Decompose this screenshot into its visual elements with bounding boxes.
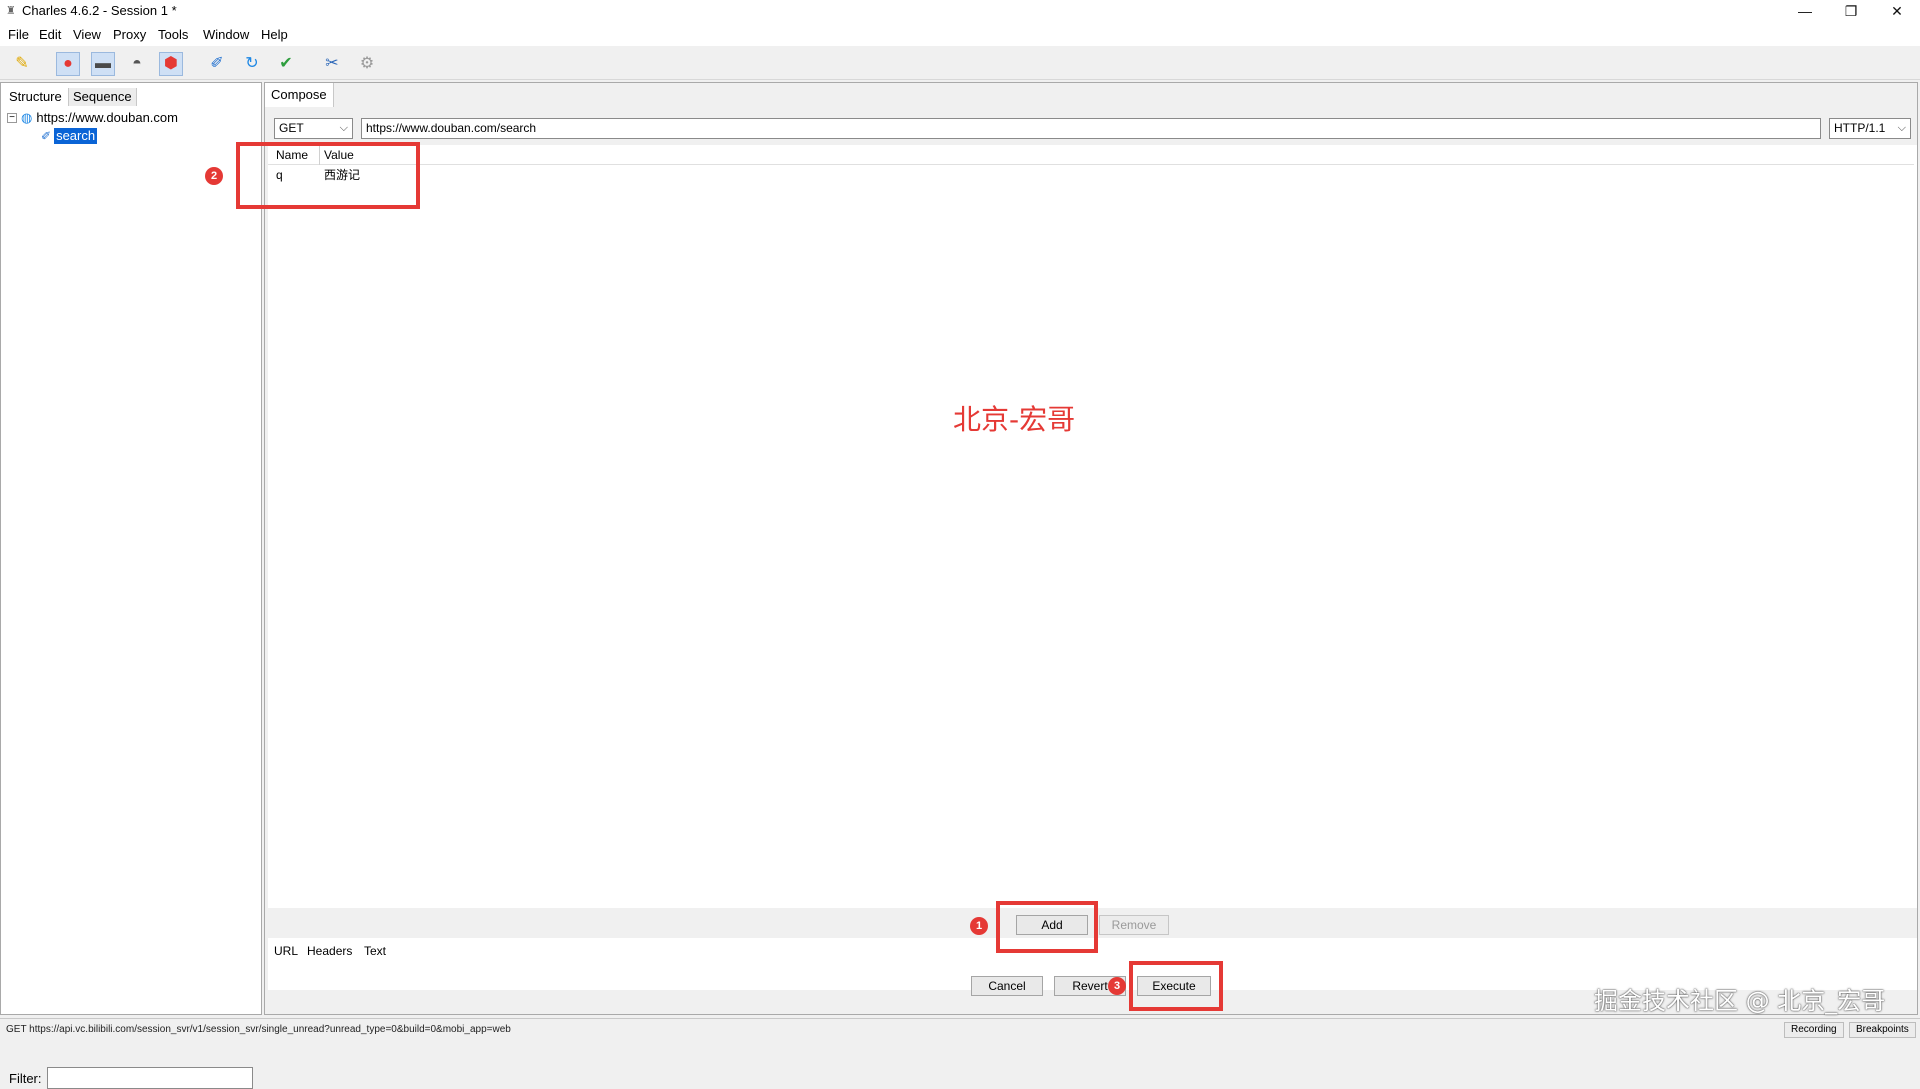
tree-child-label: search [54,128,98,144]
menu-tools[interactable]: Tools [158,27,188,43]
collapse-icon[interactable]: − [7,113,17,123]
compose-icon[interactable]: ✐ [205,52,229,76]
menu-edit[interactable]: Edit [39,27,61,43]
structure-panel: Structure Sequence − ◍ https://www.douba… [0,82,262,1089]
compose-panel: Compose GET ⌵ https://www.douban.com/sea… [264,82,1918,1015]
annotation-box-execute [1129,961,1223,1011]
recording-indicator[interactable]: Recording [1784,1022,1844,1038]
minimize-button[interactable]: — [1782,0,1828,22]
tools-icon[interactable]: ✂ [320,52,344,76]
menu-file[interactable]: File [8,27,29,43]
method-value: GET [279,121,304,135]
tab-compose[interactable]: Compose [265,83,334,107]
menu-help[interactable]: Help [261,27,288,43]
filter-label: Filter: [9,1071,42,1086]
params-table-header: Name Value [268,145,1914,165]
annotation-badge-2: 2 [205,167,223,185]
throttle-icon[interactable]: ▬ [91,52,115,76]
window-title: Charles 4.6.2 - Session 1 * [22,3,177,18]
tree-host-label: https://www.douban.com [36,110,178,125]
chevron-down-icon: ⌵ [1897,122,1906,134]
protocol-value: HTTP/1.1 [1834,121,1886,135]
close-button[interactable]: ✕ [1874,0,1920,22]
restore-button[interactable]: ❐ [1828,0,1874,22]
toolbar: ✎ ● ▬ ◓ ⬢ ✐ ↻ ✔ ✂ ⚙ [0,46,1920,80]
menu-bar: File Edit View Proxy Tools Window Help [0,22,1920,46]
annotation-box-add [996,901,1098,953]
status-text: GET https://api.vc.bilibili.com/session_… [6,1024,511,1035]
tree-node-host[interactable]: − ◍ https://www.douban.com [7,110,178,126]
charles-app-icon: ♜ [6,5,16,17]
record-icon[interactable]: ● [56,52,80,76]
annotation-badge-3: 3 [1108,977,1126,995]
menu-window[interactable]: Window [203,27,249,43]
tree-node-search[interactable]: ✐ search [41,128,98,144]
menu-view[interactable]: View [73,27,101,43]
turtle-icon[interactable]: ◓ [125,52,149,76]
tab-structure[interactable]: Structure [5,88,66,106]
watermark-text: 北京-宏哥 [953,403,1076,436]
repeat-icon[interactable]: ↻ [240,52,264,76]
watermark-bottom: 掘金技术社区 @ 北京_宏哥 [1594,987,1886,1015]
menu-proxy[interactable]: Proxy [113,27,146,43]
settings-icon[interactable]: ⚙ [355,52,379,76]
tab-headers[interactable]: Headers [303,941,356,961]
compose-request-icon: ✐ [41,129,52,143]
tab-sequence[interactable]: Sequence [68,88,137,106]
tab-url[interactable]: URL [270,941,303,961]
title-bar: ♜ Charles 4.6.2 - Session 1 * — ❐ ✕ [0,0,1920,22]
annotation-box-params [236,142,420,209]
breakpoints-indicator[interactable]: Breakpoints [1849,1022,1916,1038]
annotation-badge-1: 1 [970,917,988,935]
protocol-select[interactable]: HTTP/1.1 ⌵ [1829,118,1911,139]
cancel-button[interactable]: Cancel [971,976,1043,996]
params-table: Name Value q 西游记 北京-宏哥 [268,145,1917,990]
remove-button[interactable]: Remove [1099,915,1169,935]
method-select[interactable]: GET ⌵ [274,118,353,139]
chevron-down-icon: ⌵ [339,122,348,134]
tab-text[interactable]: Text [360,941,390,961]
validate-icon[interactable]: ✔ [274,52,298,76]
url-input[interactable]: https://www.douban.com/search [361,118,1821,139]
globe-icon: ◍ [21,110,33,125]
status-bar: GET https://api.vc.bilibili.com/session_… [0,1018,1920,1040]
table-row[interactable]: q 西游记 [268,166,1914,184]
filter-input[interactable] [47,1067,253,1089]
broom-icon[interactable]: ✎ [10,52,34,76]
breakpoint-icon[interactable]: ⬢ [159,52,183,76]
